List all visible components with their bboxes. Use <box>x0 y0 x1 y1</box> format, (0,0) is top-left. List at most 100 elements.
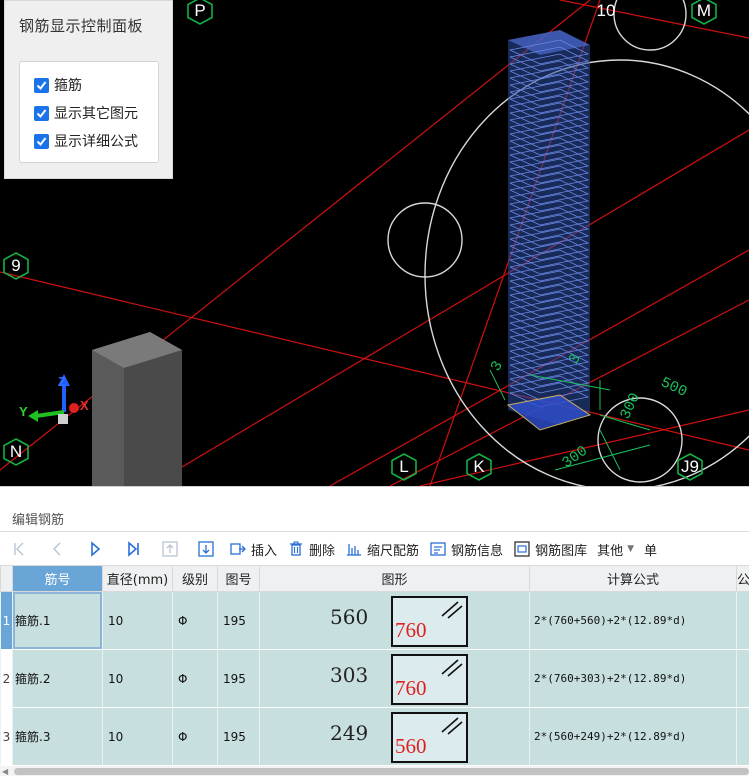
column-header-bar-no[interactable]: 筋号 <box>12 565 103 592</box>
grid-marker-label: 9 <box>11 256 21 275</box>
axis-label-y: Y <box>19 404 28 419</box>
info-list-icon <box>429 540 447 558</box>
grid-marker-m[interactable]: M <box>690 0 718 25</box>
diameter-cell[interactable]: 10 <box>102 591 173 650</box>
arrow-down-box-icon <box>197 540 215 558</box>
stirrup-shape-icon: 760 <box>391 595 468 647</box>
diameter-cell[interactable]: 10 <box>102 649 173 708</box>
move-up-button[interactable] <box>152 537 188 561</box>
checkbox-checked-icon[interactable] <box>34 77 49 93</box>
shape-dimension[interactable]: 560 <box>330 605 368 629</box>
last-record-icon <box>124 540 142 558</box>
option-show-detailed-formula[interactable]: 显示详细公式 <box>34 131 138 151</box>
insert-icon <box>229 540 247 558</box>
first-record-button[interactable] <box>0 537 38 561</box>
grid-marker-l[interactable]: L <box>390 453 418 481</box>
option-show-other-elements[interactable]: 显示其它图元 <box>34 103 138 123</box>
row-number[interactable]: 3 <box>0 707 13 766</box>
bar-name-cell[interactable]: 箍筋.1 <box>12 591 103 650</box>
rebar-library-button[interactable]: 钢筋图库 <box>508 537 592 561</box>
insert-button[interactable]: 插入 <box>224 537 282 561</box>
overflow-cell[interactable] <box>736 649 749 708</box>
shape-side-length[interactable]: 560 <box>395 734 427 759</box>
figure-no-cell[interactable]: 195 <box>217 591 260 650</box>
table-row[interactable]: 2 箍筋.2 10 Φ 195 303 760 2*(760+303)+2*(1… <box>0 649 749 708</box>
row-number[interactable]: 1 <box>0 591 13 650</box>
edit-rebar-panel: 编辑钢筋 插入 删除 缩尺配筋 钢筋信息 钢筋图库 其他 ▼ 单 筋号 直径(m… <box>0 486 749 776</box>
table-row[interactable]: 3 箍筋.3 10 Φ 195 249 560 2*(560+249)+2*(1… <box>0 707 749 766</box>
formula-cell[interactable]: 2*(560+249)+2*(12.89*d) <box>529 707 737 766</box>
ruler-icon <box>345 540 363 558</box>
rebar-info-button[interactable]: 钢筋信息 <box>424 537 508 561</box>
overflow-cell[interactable] <box>736 707 749 766</box>
grid-marker-label: 10 <box>596 1 616 20</box>
grid-marker-k[interactable]: K <box>465 453 493 481</box>
last-record-button[interactable] <box>114 537 152 561</box>
option-stirrup[interactable]: 箍筋 <box>34 75 82 95</box>
row-number[interactable]: 2 <box>0 649 13 708</box>
grid-marker-9[interactable]: 9 <box>2 252 30 280</box>
bar-name-cell[interactable]: 箍筋.2 <box>12 649 103 708</box>
horizontal-scrollbar[interactable]: ◀ <box>0 766 749 776</box>
first-record-icon <box>10 540 28 558</box>
scrollbar-thumb[interactable] <box>14 768 749 775</box>
delete-label: 删除 <box>309 543 336 559</box>
formula-cell[interactable]: 2*(760+560)+2*(12.89*d) <box>529 591 737 650</box>
shape-cell[interactable]: 303 760 <box>259 649 530 708</box>
checkbox-checked-icon[interactable] <box>34 133 49 149</box>
grid-marker-n[interactable]: N <box>2 438 30 466</box>
column-header-shape[interactable]: 图形 <box>259 565 530 592</box>
rebar-library-label: 钢筋图库 <box>535 543 588 559</box>
arrow-up-box-icon <box>161 540 179 558</box>
shape-side-length[interactable]: 760 <box>395 676 427 701</box>
shape-dimension[interactable]: 249 <box>330 721 368 745</box>
grade-cell[interactable]: Φ <box>172 591 218 650</box>
divider <box>0 531 749 532</box>
other-menu-button[interactable]: 其他 ▼ <box>592 537 639 561</box>
grade-cell[interactable]: Φ <box>172 707 218 766</box>
column-header-grade[interactable]: 级别 <box>172 565 218 592</box>
next-record-button[interactable] <box>76 537 114 561</box>
shape-side-length[interactable]: 760 <box>395 618 427 643</box>
chevron-down-icon: ▼ <box>627 544 635 554</box>
grid-marker-j9[interactable]: J9 <box>676 453 704 481</box>
table-header-row: 筋号 直径(mm) 级别 图号 图形 计算公式 公 <box>0 565 749 592</box>
grade-cell[interactable]: Φ <box>172 649 218 708</box>
checkbox-checked-icon[interactable] <box>34 105 49 121</box>
formula-cell[interactable]: 2*(760+303)+2*(12.89*d) <box>529 649 737 708</box>
figure-no-cell[interactable]: 195 <box>217 707 260 766</box>
overflow-cell[interactable] <box>736 591 749 650</box>
axis-label-z: Z <box>58 374 66 389</box>
option-label: 显示详细公式 <box>54 134 138 150</box>
table-row[interactable]: 1 箍筋.1 10 Φ 195 560 760 2*(760+560)+2*(1… <box>0 591 749 650</box>
axis-label-x: X <box>80 398 89 413</box>
3d-viewport[interactable]: 500 300 300 3 3 Z Y X P 10 M 9 N L K J9 … <box>0 0 749 486</box>
single-button[interactable]: 单 <box>639 537 662 561</box>
scale-rebar-button[interactable]: 缩尺配筋 <box>340 537 424 561</box>
previous-record-button[interactable] <box>38 537 76 561</box>
rebar-table: 筋号 直径(mm) 级别 图号 图形 计算公式 公 1 箍筋.1 10 Φ 19… <box>0 565 749 766</box>
column-header-diameter[interactable]: 直径(mm) <box>102 565 173 592</box>
rebar-toolbar: 插入 删除 缩尺配筋 钢筋信息 钢筋图库 其他 ▼ 单 <box>0 535 749 563</box>
edit-panel-title: 编辑钢筋 <box>12 513 65 528</box>
shape-cell[interactable]: 560 760 <box>259 591 530 650</box>
column-header-overflow[interactable]: 公 <box>736 565 749 592</box>
shape-cell[interactable]: 249 560 <box>259 707 530 766</box>
move-down-button[interactable] <box>188 537 224 561</box>
grid-marker-label: N <box>9 442 23 461</box>
option-label: 显示其它图元 <box>54 106 138 122</box>
delete-button[interactable]: 删除 <box>282 537 340 561</box>
column-header-formula[interactable]: 计算公式 <box>529 565 737 592</box>
shape-dimension[interactable]: 303 <box>330 663 368 687</box>
grid-marker-p[interactable]: P <box>186 0 214 25</box>
trash-icon <box>287 540 305 558</box>
diameter-cell[interactable]: 10 <box>102 707 173 766</box>
figure-no-cell[interactable]: 195 <box>217 649 260 708</box>
grid-marker-10[interactable]: 10 <box>592 0 620 25</box>
column-header-figure-no[interactable]: 图号 <box>217 565 260 592</box>
bar-name-cell[interactable]: 箍筋.3 <box>12 707 103 766</box>
scale-rebar-label: 缩尺配筋 <box>367 543 420 559</box>
option-label: 箍筋 <box>54 78 82 94</box>
scroll-left-icon[interactable]: ◀ <box>2 766 8 776</box>
grid-marker-label: L <box>399 457 409 476</box>
